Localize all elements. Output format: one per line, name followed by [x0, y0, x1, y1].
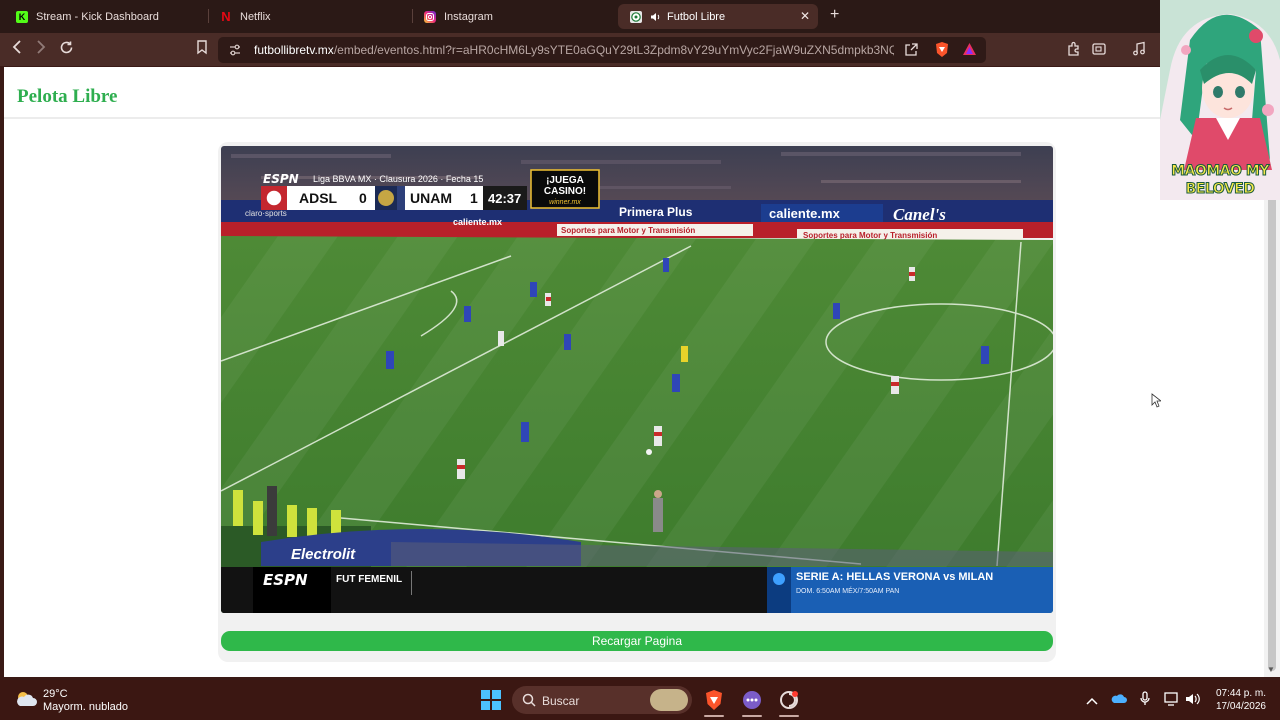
- new-tab-icon[interactable]: +: [830, 6, 839, 24]
- streamer-overlay: MAOMAO MY BELOVED: [1160, 0, 1280, 200]
- board-2: caliente.mx: [769, 206, 841, 221]
- tab-instagram[interactable]: Instagram: [412, 4, 612, 29]
- promo-line-1: ¡JUEGA: [546, 175, 584, 186]
- tab-title: Netflix: [240, 10, 271, 23]
- reload-icon[interactable]: [59, 40, 74, 60]
- tab-title: Instagram: [444, 10, 493, 23]
- ticker-left-label: FUT FEMENIL: [336, 574, 402, 585]
- clock-time: 07:44 p. m.: [1215, 688, 1266, 699]
- search-icon: [522, 693, 536, 712]
- speaker-icon: [650, 12, 661, 22]
- browser-toolbar: futbollibretv.mx/embed/eventos.html?r=aH…: [0, 33, 1160, 66]
- page-viewport: Pelota Libre Primera Plus caliente.mx Ca…: [4, 67, 1264, 677]
- chat-app-icon[interactable]: [742, 690, 762, 715]
- extensions-icon[interactable]: [1066, 41, 1082, 57]
- windows-taskbar: 29°C Mayorm. nublado Buscar 07:44 p. m. …: [0, 680, 1280, 720]
- netflix-icon: N: [221, 9, 231, 24]
- microphone-icon[interactable]: [1140, 691, 1150, 712]
- tab-title: Stream - Kick Dashboard: [36, 10, 159, 23]
- bookmark-icon[interactable]: [196, 40, 208, 60]
- overlay-caption-line-1: MAOMAO MY: [1171, 163, 1270, 180]
- site-info-icon[interactable]: [228, 43, 242, 57]
- tab-title: Futbol Libre: [667, 10, 726, 23]
- tab-futbol-libre[interactable]: Futbol Libre ✕: [618, 4, 818, 29]
- clock-date: 17/04/2026: [1215, 701, 1266, 712]
- close-tab-icon[interactable]: ✕: [800, 9, 810, 23]
- match-broadcast: Primera Plus caliente.mx Canel's claro·s…: [221, 146, 1053, 613]
- search-placeholder: Buscar: [542, 694, 580, 708]
- futbol-libre-icon: [630, 10, 642, 23]
- tray-expand-icon[interactable]: [1086, 693, 1098, 711]
- reload-page-button[interactable]: Recargar Pagina: [221, 631, 1053, 651]
- board-4: Soportes para Motor y Transmisión: [561, 226, 695, 235]
- promo-line-2: CASINO!: [544, 186, 586, 197]
- ticker-network: ESPN: [263, 571, 308, 589]
- overlay-caption-line-2: BELOVED: [1185, 181, 1255, 198]
- url-path: /embed/eventos.html?r=aHR0cHM6Ly9sYTE0aG…: [333, 43, 894, 57]
- media-control-icon[interactable]: [1131, 41, 1147, 57]
- back-icon[interactable]: [11, 40, 23, 59]
- windows-start-icon[interactable]: [481, 690, 501, 715]
- system-clock[interactable]: 07:44 p. m. 17/04/2026: [1200, 687, 1266, 713]
- score-network: ESPN: [263, 172, 299, 186]
- running-indicator: [704, 715, 724, 717]
- tab-kick-dashboard[interactable]: K Stream - Kick Dashboard: [4, 4, 204, 29]
- forward-icon[interactable]: [35, 40, 47, 59]
- address-bar[interactable]: futbollibretv.mx/embed/eventos.html?r=aH…: [218, 37, 986, 63]
- player-card: Primera Plus caliente.mx Canel's claro·s…: [218, 142, 1056, 662]
- weather-description[interactable]: Mayorm. nublado: [43, 701, 128, 713]
- serie-a-logo: [773, 573, 785, 585]
- tab-netflix[interactable]: N Netflix: [208, 4, 408, 29]
- board-3: Canel's: [893, 205, 946, 224]
- brave-taskbar-icon[interactable]: [704, 689, 724, 716]
- url-text: futbollibretv.mx/embed/eventos.html?r=aH…: [254, 43, 894, 57]
- brave-shields-icon[interactable]: [934, 41, 950, 57]
- site-header: Pelota Libre: [4, 67, 1264, 119]
- network-icon[interactable]: [1164, 692, 1180, 711]
- board-1: Primera Plus: [619, 205, 693, 219]
- brave-rewards-icon[interactable]: [962, 42, 978, 58]
- ticker-right-title: SERIE A: HELLAS VERONA vs MILAN: [796, 571, 993, 583]
- board-6: Soportes para Motor y Transmisión: [803, 231, 937, 240]
- board-7: Electrolit: [291, 546, 356, 563]
- ticker-right-sub: DOM. 6:50AM MÉX/7:50AM PAN: [796, 586, 899, 595]
- mouse-cursor-icon: [1151, 393, 1163, 413]
- promo-line-3: winner.mx: [549, 199, 581, 206]
- home-team: ADSL: [299, 190, 338, 206]
- away-score: 1: [470, 190, 478, 206]
- board-5: caliente.mx: [453, 217, 502, 227]
- url-domain: futbollibretv.mx: [254, 43, 334, 57]
- running-indicator: [779, 715, 799, 717]
- volume-icon[interactable]: [1185, 692, 1201, 711]
- video-player[interactable]: Primera Plus caliente.mx Canel's claro·s…: [221, 146, 1053, 613]
- overlay-caption: MAOMAO MY BELOVED: [1160, 162, 1280, 198]
- wallet-icon[interactable]: [1091, 41, 1107, 57]
- onedrive-icon[interactable]: [1111, 692, 1127, 710]
- search-highlight-icon: [650, 689, 688, 711]
- kick-icon: K: [16, 10, 28, 23]
- ball: [646, 449, 652, 455]
- weather-cloud-icon[interactable]: [14, 689, 38, 714]
- score-league: Liga BBVA MX · Clausura 2026 · Fecha 15: [313, 174, 483, 184]
- away-team: UNAM: [410, 190, 452, 206]
- share-icon[interactable]: [904, 42, 920, 58]
- weather-temperature[interactable]: 29°C: [43, 688, 68, 700]
- board-8: claro·sports: [245, 209, 287, 218]
- taskbar-search[interactable]: Buscar: [512, 686, 692, 714]
- tab-strip: K Stream - Kick Dashboard N Netflix Inst…: [0, 0, 1280, 33]
- recording-app-icon[interactable]: [779, 690, 799, 715]
- match-clock: 42:37: [488, 191, 521, 206]
- instagram-icon: [424, 10, 436, 23]
- home-score: 0: [359, 190, 367, 206]
- scroll-down-icon[interactable]: ▼: [1267, 665, 1275, 674]
- site-brand[interactable]: Pelota Libre: [17, 86, 117, 108]
- running-indicator: [742, 715, 762, 717]
